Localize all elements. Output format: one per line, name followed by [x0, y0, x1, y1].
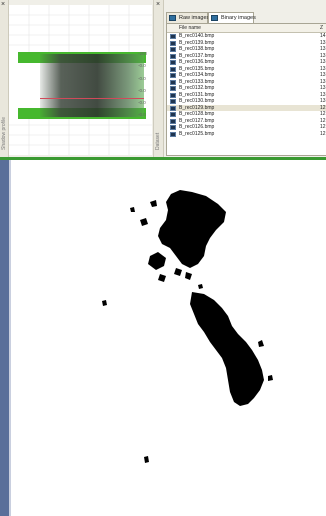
bmp-file-icon [170, 118, 176, 124]
bmp-file-icon [170, 86, 176, 91]
bmp-file-icon [170, 47, 176, 52]
binary-blob-upper-tail [148, 252, 166, 270]
binary-speck [174, 268, 182, 276]
profile-shadow-region [40, 54, 144, 117]
file-name: B_rec0125.bmp [179, 130, 215, 137]
scale-tick: -0.0 [138, 88, 146, 93]
image-icon [211, 15, 218, 21]
shadow-profile-image[interactable]: -200 -0.0 -0.0 -0.0 -0.0 -0.0 [9, 5, 152, 155]
binary-speck [198, 284, 203, 289]
column-header-size[interactable]: Z [320, 24, 323, 32]
binary-speck [144, 456, 149, 463]
binary-blob-lower [190, 292, 264, 406]
tab-label: Raw images [179, 15, 210, 21]
close-icon[interactable]: × [1, 1, 5, 8]
binary-blob-upper [158, 190, 226, 268]
binary-speck [130, 207, 135, 212]
binary-speck [158, 274, 166, 282]
bmp-file-icon [170, 73, 176, 78]
bmp-file-icon [170, 66, 176, 72]
shadow-profile-label: Shadow profile [1, 116, 7, 150]
bmp-file-icon [170, 60, 176, 65]
scale-tick: -0.0 [138, 63, 146, 68]
image-icon [169, 15, 176, 21]
binary-image-canvas [102, 190, 273, 463]
binary-speck [258, 340, 264, 347]
binary-speck [150, 200, 157, 207]
scale-tick: -0.0 [138, 112, 146, 117]
scale-tick: -200 [138, 51, 148, 56]
dataset-panel: × Dataset Raw images Binary images File … [153, 0, 326, 157]
shadow-profile-panel: × Shadow profile -200 -0.0 -0.0 -0.0 -0.… [0, 0, 153, 157]
bmp-file-icon [170, 112, 176, 117]
bmp-file-icon [170, 99, 176, 104]
bmp-file-icon [170, 34, 176, 39]
scale-tick: -0.0 [138, 76, 146, 81]
file-size: 12 [320, 130, 326, 137]
bmp-file-icon [170, 40, 176, 46]
tab-binary-images[interactable]: Binary images [208, 12, 256, 23]
bmp-file-icon [170, 53, 176, 59]
bmp-file-icon [170, 131, 176, 137]
profile-scale: -200 -0.0 -0.0 -0.0 -0.0 -0.0 [138, 49, 152, 119]
profile-red-marker-line[interactable] [40, 98, 144, 99]
binary-speck [268, 375, 273, 381]
top-split-area: × Shadow profile -200 -0.0 -0.0 -0.0 -0.… [0, 0, 326, 158]
file-list[interactable]: File name Z B_rec0140.bmp 14 B_rec0139.bm… [166, 23, 326, 156]
tab-label: Binary images [221, 15, 256, 21]
scale-tick: -0.0 [138, 100, 146, 105]
bmp-file-icon [170, 105, 176, 111]
binary-speck [102, 300, 107, 306]
dataset-panel-sidebar: × Dataset [154, 0, 164, 157]
binary-image-viewer[interactable] [0, 160, 326, 516]
column-header-file-name[interactable]: File name [179, 24, 201, 32]
tab-raw-images[interactable]: Raw images [166, 12, 210, 23]
dataset-label: Dataset [155, 132, 161, 150]
binary-speck [185, 272, 192, 280]
profile-strip [18, 52, 146, 119]
bmp-file-icon [170, 79, 176, 85]
binary-speck [140, 218, 148, 226]
shadow-profile-panel-sidebar: × Shadow profile [0, 0, 9, 157]
file-list-header: File name Z [167, 24, 326, 33]
close-icon[interactable]: × [156, 1, 160, 8]
bmp-file-icon [170, 92, 176, 98]
file-row[interactable]: B_rec0125.bmp 12 [167, 131, 326, 138]
bmp-file-icon [170, 125, 176, 130]
